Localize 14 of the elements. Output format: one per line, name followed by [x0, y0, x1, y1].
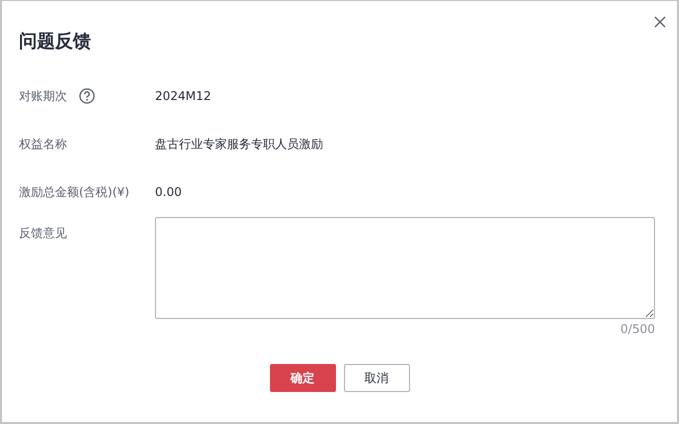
field-label: 权益名称	[19, 136, 67, 152]
field-value: 0.00	[155, 185, 182, 199]
confirm-button[interactable]: 确定	[270, 364, 336, 392]
character-counter: 0/500	[619, 322, 655, 336]
field-value: 2024M12	[155, 89, 212, 103]
feedback-field[interactable]	[155, 217, 655, 319]
close-icon[interactable]	[653, 15, 667, 29]
cancel-button[interactable]: 取消	[344, 364, 410, 392]
field-value: 盘古行业专家服务专职人员激励	[155, 136, 323, 152]
field-label: 反馈意见	[19, 225, 67, 242]
field-label: 对账期次	[19, 88, 67, 104]
field-label: 激励总金额(含税)(¥)	[19, 184, 130, 200]
help-icon[interactable]	[79, 88, 95, 104]
dialog-title: 问题反馈	[19, 30, 91, 54]
